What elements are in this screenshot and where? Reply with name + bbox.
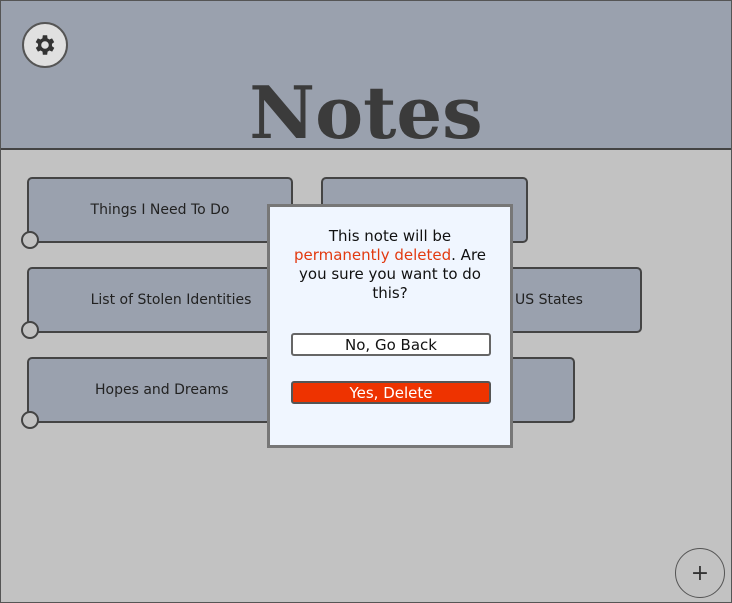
note-title: Things I Need To Do xyxy=(90,202,230,218)
cancel-button[interactable]: No, Go Back xyxy=(291,333,491,356)
plus-icon: + xyxy=(690,560,710,586)
note-delete-handle[interactable] xyxy=(21,231,39,249)
note-title: US States xyxy=(515,292,583,308)
notes-app: Notes Things I Need To Do List of Stolen… xyxy=(0,0,732,603)
delete-confirm-dialog: This note will be permanently deleted. A… xyxy=(267,204,513,448)
note-title: Hopes and Dreams xyxy=(95,382,229,398)
dialog-message-danger: permanently deleted xyxy=(293,246,452,264)
header: Notes xyxy=(1,1,731,155)
dialog-message-start: This note will be xyxy=(328,227,452,245)
confirm-delete-button[interactable]: Yes, Delete xyxy=(291,381,491,404)
page-title: Notes xyxy=(249,70,483,155)
settings-button[interactable] xyxy=(22,22,68,68)
dialog-message: This note will be permanently deleted. A… xyxy=(282,227,498,303)
add-note-button[interactable]: + xyxy=(675,548,725,598)
note-card[interactable]: Things I Need To Do xyxy=(21,177,293,249)
note-delete-handle[interactable] xyxy=(21,321,39,339)
note-title: List of Stolen Identities xyxy=(90,292,252,308)
gear-icon xyxy=(35,35,55,55)
note-delete-handle[interactable] xyxy=(21,411,39,429)
